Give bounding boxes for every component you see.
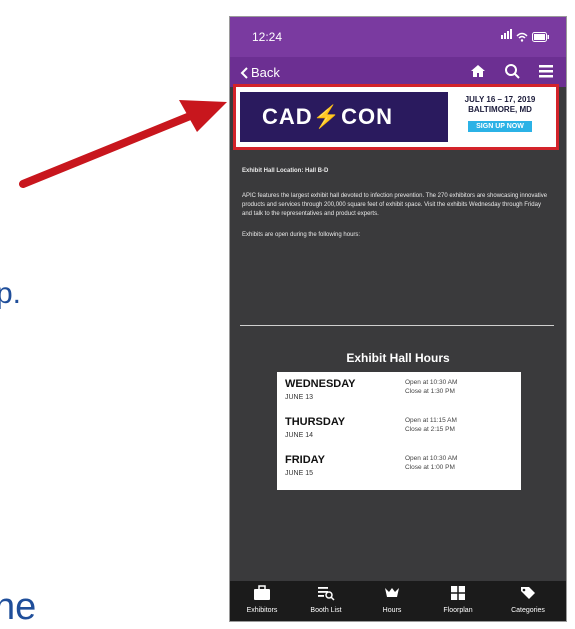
exhibit-location: Exhibit Hall Location: Hall B-D: [242, 168, 329, 174]
signal-icon: [500, 28, 512, 42]
nav-bar: Back: [230, 57, 566, 87]
hours-open: Open at 10:30 AM: [405, 455, 458, 462]
hours-date: JUNE 15: [285, 470, 314, 477]
tab-booth-list[interactable]: Booth List: [296, 585, 356, 614]
tab-bar: Exhibitors Booth List Hours Floorplan Ca…: [230, 581, 566, 621]
tab-hours[interactable]: Hours: [362, 585, 422, 614]
hours-open: Open at 11:15 AM: [405, 417, 457, 424]
hours-card: WEDNESDAY JUNE 13 Open at 10:30 AM Close…: [277, 372, 521, 490]
bolt-icon: ⚡: [312, 104, 342, 129]
hours-day: THURSDAY: [285, 416, 346, 428]
hours-title: Exhibit Hall Hours: [346, 351, 450, 365]
hours-row: THURSDAY JUNE 14 Open at 11:15 AM Close …: [285, 416, 515, 452]
briefcase-icon: [254, 585, 270, 600]
hours-open: Open at 10:30 AM: [405, 379, 458, 386]
tab-categories[interactable]: Categories: [498, 585, 558, 614]
wifi-icon: [516, 32, 528, 42]
hours-close: Close at 2:15 PM: [405, 426, 455, 433]
slide-text-fragment: he: [0, 586, 37, 628]
tab-floorplan[interactable]: Floorplan: [428, 585, 488, 614]
clock-icon: [385, 588, 399, 597]
hours-day: FRIDAY: [285, 454, 325, 466]
hours-row: WEDNESDAY JUNE 13 Open at 10:30 AM Close…: [285, 378, 515, 414]
cadcon-logo: CAD⚡CON: [262, 104, 393, 129]
tag-icon: [521, 587, 535, 599]
sign-up-button[interactable]: SIGN UP NOW: [468, 121, 532, 132]
phone-screen: 12:24 Back CAD⚡CON JULY 16 – 17, 2019 BA…: [229, 16, 567, 622]
exhibit-description: APIC features the largest exhibit hall d…: [242, 193, 548, 217]
banner-date: JULY 16 – 17, 2019: [464, 95, 536, 104]
hours-day: WEDNESDAY: [285, 378, 356, 390]
divider: [240, 325, 554, 326]
status-time: 12:24: [252, 30, 283, 44]
cadcon-banner[interactable]: CAD⚡CON JULY 16 – 17, 2019 BALTIMORE, MD…: [240, 92, 552, 142]
back-button[interactable]: Back: [240, 65, 280, 80]
hours-date: JUNE 13: [285, 394, 314, 401]
chevron-left-icon: [240, 66, 248, 79]
status-bar: 12:24: [230, 17, 566, 57]
annotation-arrow-icon: [19, 100, 227, 188]
banner-highlight: CAD⚡CON JULY 16 – 17, 2019 BALTIMORE, MD…: [233, 84, 559, 150]
menu-icon[interactable]: [538, 63, 554, 79]
home-icon[interactable]: [470, 63, 486, 79]
hours-row: FRIDAY JUNE 15 Open at 10:30 AM Close at…: [285, 454, 515, 490]
hours-close: Close at 1:00 PM: [405, 464, 455, 471]
hours-date: JUNE 14: [285, 432, 314, 439]
slide-text-fragment: p.: [0, 277, 22, 310]
banner-city: BALTIMORE, MD: [468, 105, 532, 114]
list-search-icon: [318, 587, 335, 601]
tab-exhibitors[interactable]: Exhibitors: [232, 585, 292, 614]
exhibit-info: Exhibit Hall Location: Hall B-D APIC fea…: [242, 167, 552, 252]
battery-icon: [532, 32, 549, 42]
exhibit-hours-note: Exhibits are open during the following h…: [242, 232, 361, 238]
back-label: Back: [251, 65, 280, 80]
search-icon[interactable]: [504, 63, 520, 79]
map-icon: [451, 586, 465, 600]
hours-close: Close at 1:30 PM: [405, 388, 455, 395]
